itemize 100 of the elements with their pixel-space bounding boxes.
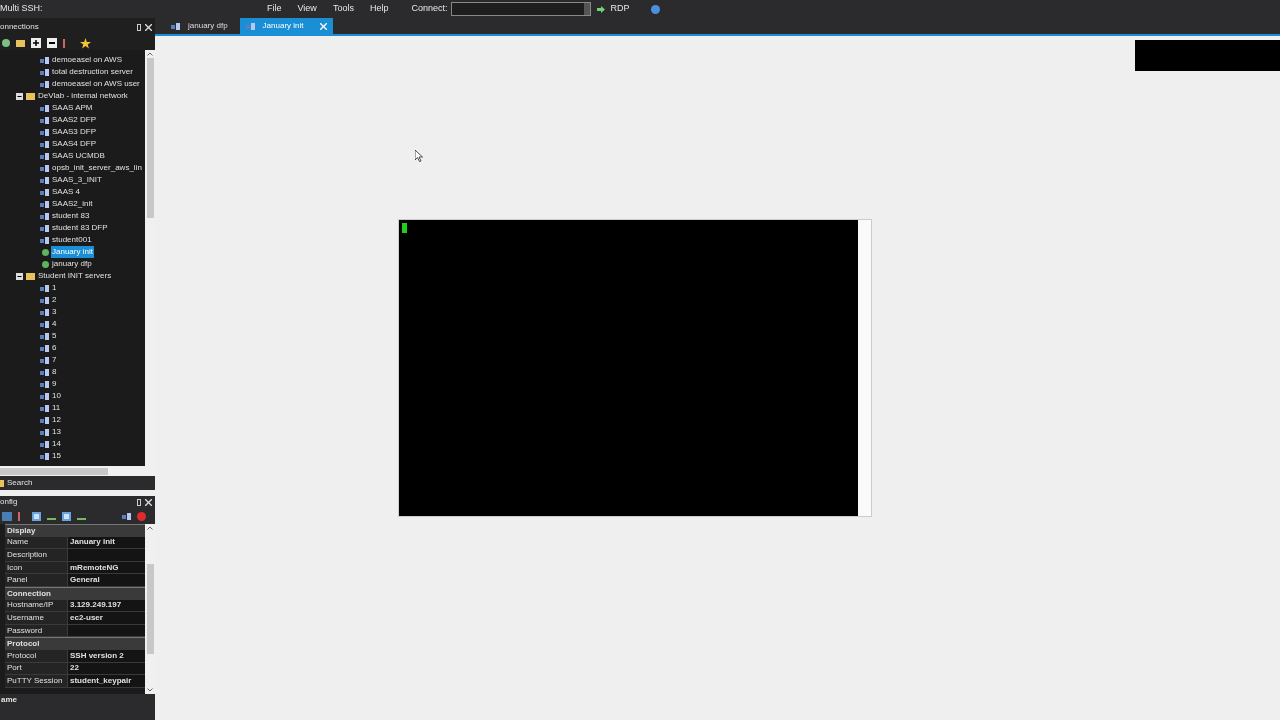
tree-item[interactable]: 9: [51, 378, 58, 390]
globe-icon[interactable]: [651, 4, 661, 14]
connection-icon: [245, 22, 255, 30]
tree-item[interactable]: 10: [51, 390, 62, 402]
window-title: Multi SSH:: [0, 2, 44, 16]
categorized-icon[interactable]: [2, 511, 12, 521]
expand-all-icon[interactable]: [31, 38, 41, 48]
tree-item[interactable]: 2: [51, 294, 58, 306]
menu-item[interactable]: View: [290, 2, 324, 16]
description-title: ame: [1, 695, 17, 704]
connection-icon: [40, 296, 49, 304]
connection-icon: [40, 176, 49, 184]
connection-icon[interactable]: [122, 512, 131, 520]
menu-item[interactable]: File: [260, 2, 289, 16]
scroll-up-icon[interactable]: [147, 52, 153, 56]
tree-item[interactable]: SAAS3 DFP: [51, 126, 97, 138]
menu-item[interactable]: Help: [362, 2, 396, 16]
properties-icon[interactable]: [32, 511, 41, 521]
tree-item[interactable]: total destruction server: [51, 66, 134, 78]
tree-item[interactable]: 14: [51, 438, 62, 450]
tree-item[interactable]: DeVlab - internal network: [37, 90, 129, 102]
connect-label: Connect:: [411, 2, 448, 16]
terminal-window[interactable]: [398, 219, 872, 517]
menu-item[interactable]: Tools: [325, 2, 361, 16]
connection-icon: [40, 212, 49, 220]
collapse-icon[interactable]: [16, 272, 23, 280]
connection-icon: [40, 224, 49, 232]
scrollbar[interactable]: [145, 524, 155, 694]
category-header: Connection: [7, 587, 51, 600]
property-name: Description: [5, 549, 67, 561]
property-value[interactable]: student_keypair: [67, 675, 145, 687]
collapse-icon[interactable]: [16, 92, 23, 100]
tree-item[interactable]: 4: [51, 318, 58, 330]
tree-item[interactable]: student001: [51, 234, 93, 246]
scroll-down-icon[interactable]: [147, 688, 153, 692]
tree-item[interactable]: 11: [51, 402, 62, 414]
connection-icon: [40, 428, 49, 436]
tree-item[interactable]: SAAS2_init: [51, 198, 94, 210]
property-name: Panel: [5, 574, 67, 586]
connection-icon: [40, 356, 49, 364]
tree-item[interactable]: SAAS_3_INIT: [51, 174, 103, 186]
pin-icon[interactable]: [137, 23, 141, 31]
arrow-icon: [597, 5, 606, 13]
horizontal-scrollbar[interactable]: [0, 466, 155, 476]
collapse-all-icon[interactable]: [47, 38, 57, 48]
connection-icon: [40, 404, 49, 412]
connection-icon: [40, 368, 49, 376]
connection-icon: [40, 140, 49, 148]
tree-item[interactable]: 3: [51, 306, 58, 318]
tree-item[interactable]: january dfp: [51, 258, 93, 270]
tree-item[interactable]: 1: [51, 282, 58, 294]
tree-item[interactable]: SAAS4 DFP: [51, 138, 97, 150]
connection-icon: [40, 116, 49, 124]
tree-item[interactable]: Student INIT servers: [37, 270, 113, 282]
mouse-pointer-icon: [415, 150, 423, 162]
tree-item[interactable]: SAAS 4: [51, 186, 81, 198]
protocol-dropdown[interactable]: RDP: [608, 2, 632, 16]
tree-item[interactable]: 12: [51, 414, 62, 426]
search-tab[interactable]: Search: [7, 477, 33, 489]
tab[interactable]: january dfp: [165, 18, 234, 34]
tree-item[interactable]: SAAS APM: [51, 102, 94, 114]
panel-title: onnections: [0, 21, 39, 33]
tree-item[interactable]: opsb_init_server_aws_lin: [51, 162, 143, 174]
connection-icon: [40, 380, 49, 388]
connection-icon: [40, 104, 49, 112]
connection-icon: [40, 284, 49, 292]
close-icon[interactable]: [145, 23, 152, 31]
connection-icon: [40, 68, 49, 76]
connect-field[interactable]: [451, 2, 592, 16]
record-icon[interactable]: [137, 511, 146, 521]
tree-item[interactable]: 7: [51, 354, 58, 366]
connection-icon: [40, 416, 49, 424]
property-value[interactable]: ec2-user: [67, 612, 145, 624]
tree-item[interactable]: 13: [51, 426, 62, 438]
tree-item[interactable]: 8: [51, 366, 58, 378]
tree-item[interactable]: 15: [51, 450, 62, 462]
folder-icon: [26, 272, 35, 280]
tab[interactable]: January init: [239, 18, 333, 34]
folder-icon[interactable]: [16, 39, 25, 47]
cursor: [402, 223, 407, 233]
close-icon[interactable]: [145, 498, 152, 506]
connection-icon: [40, 392, 49, 400]
tree-item[interactable]: 6: [51, 342, 58, 354]
scroll-up-icon[interactable]: [147, 526, 153, 530]
new-connection-icon[interactable]: [2, 39, 10, 47]
tree-item[interactable]: student 83: [51, 210, 91, 222]
tree-item[interactable]: SAAS2 DFP: [51, 114, 97, 126]
tree-item[interactable]: SAAS UCMDB: [51, 150, 106, 162]
tree-item[interactable]: demoeasel on AWS: [51, 54, 123, 66]
property-value-field[interactable]: [67, 549, 145, 561]
properties-icon[interactable]: [62, 511, 71, 521]
connection-icon: [40, 188, 49, 196]
star-icon[interactable]: [80, 37, 91, 49]
tree-item[interactable]: student 83 DFP: [51, 222, 109, 234]
property-value[interactable]: General: [67, 574, 145, 586]
tree-item[interactable]: 5: [51, 330, 58, 342]
pin-icon[interactable]: [137, 498, 141, 506]
connection-icon: [40, 56, 49, 64]
tree-item[interactable]: demoeasel on AWS user: [51, 78, 141, 90]
tree-item[interactable]: January init: [51, 246, 94, 258]
